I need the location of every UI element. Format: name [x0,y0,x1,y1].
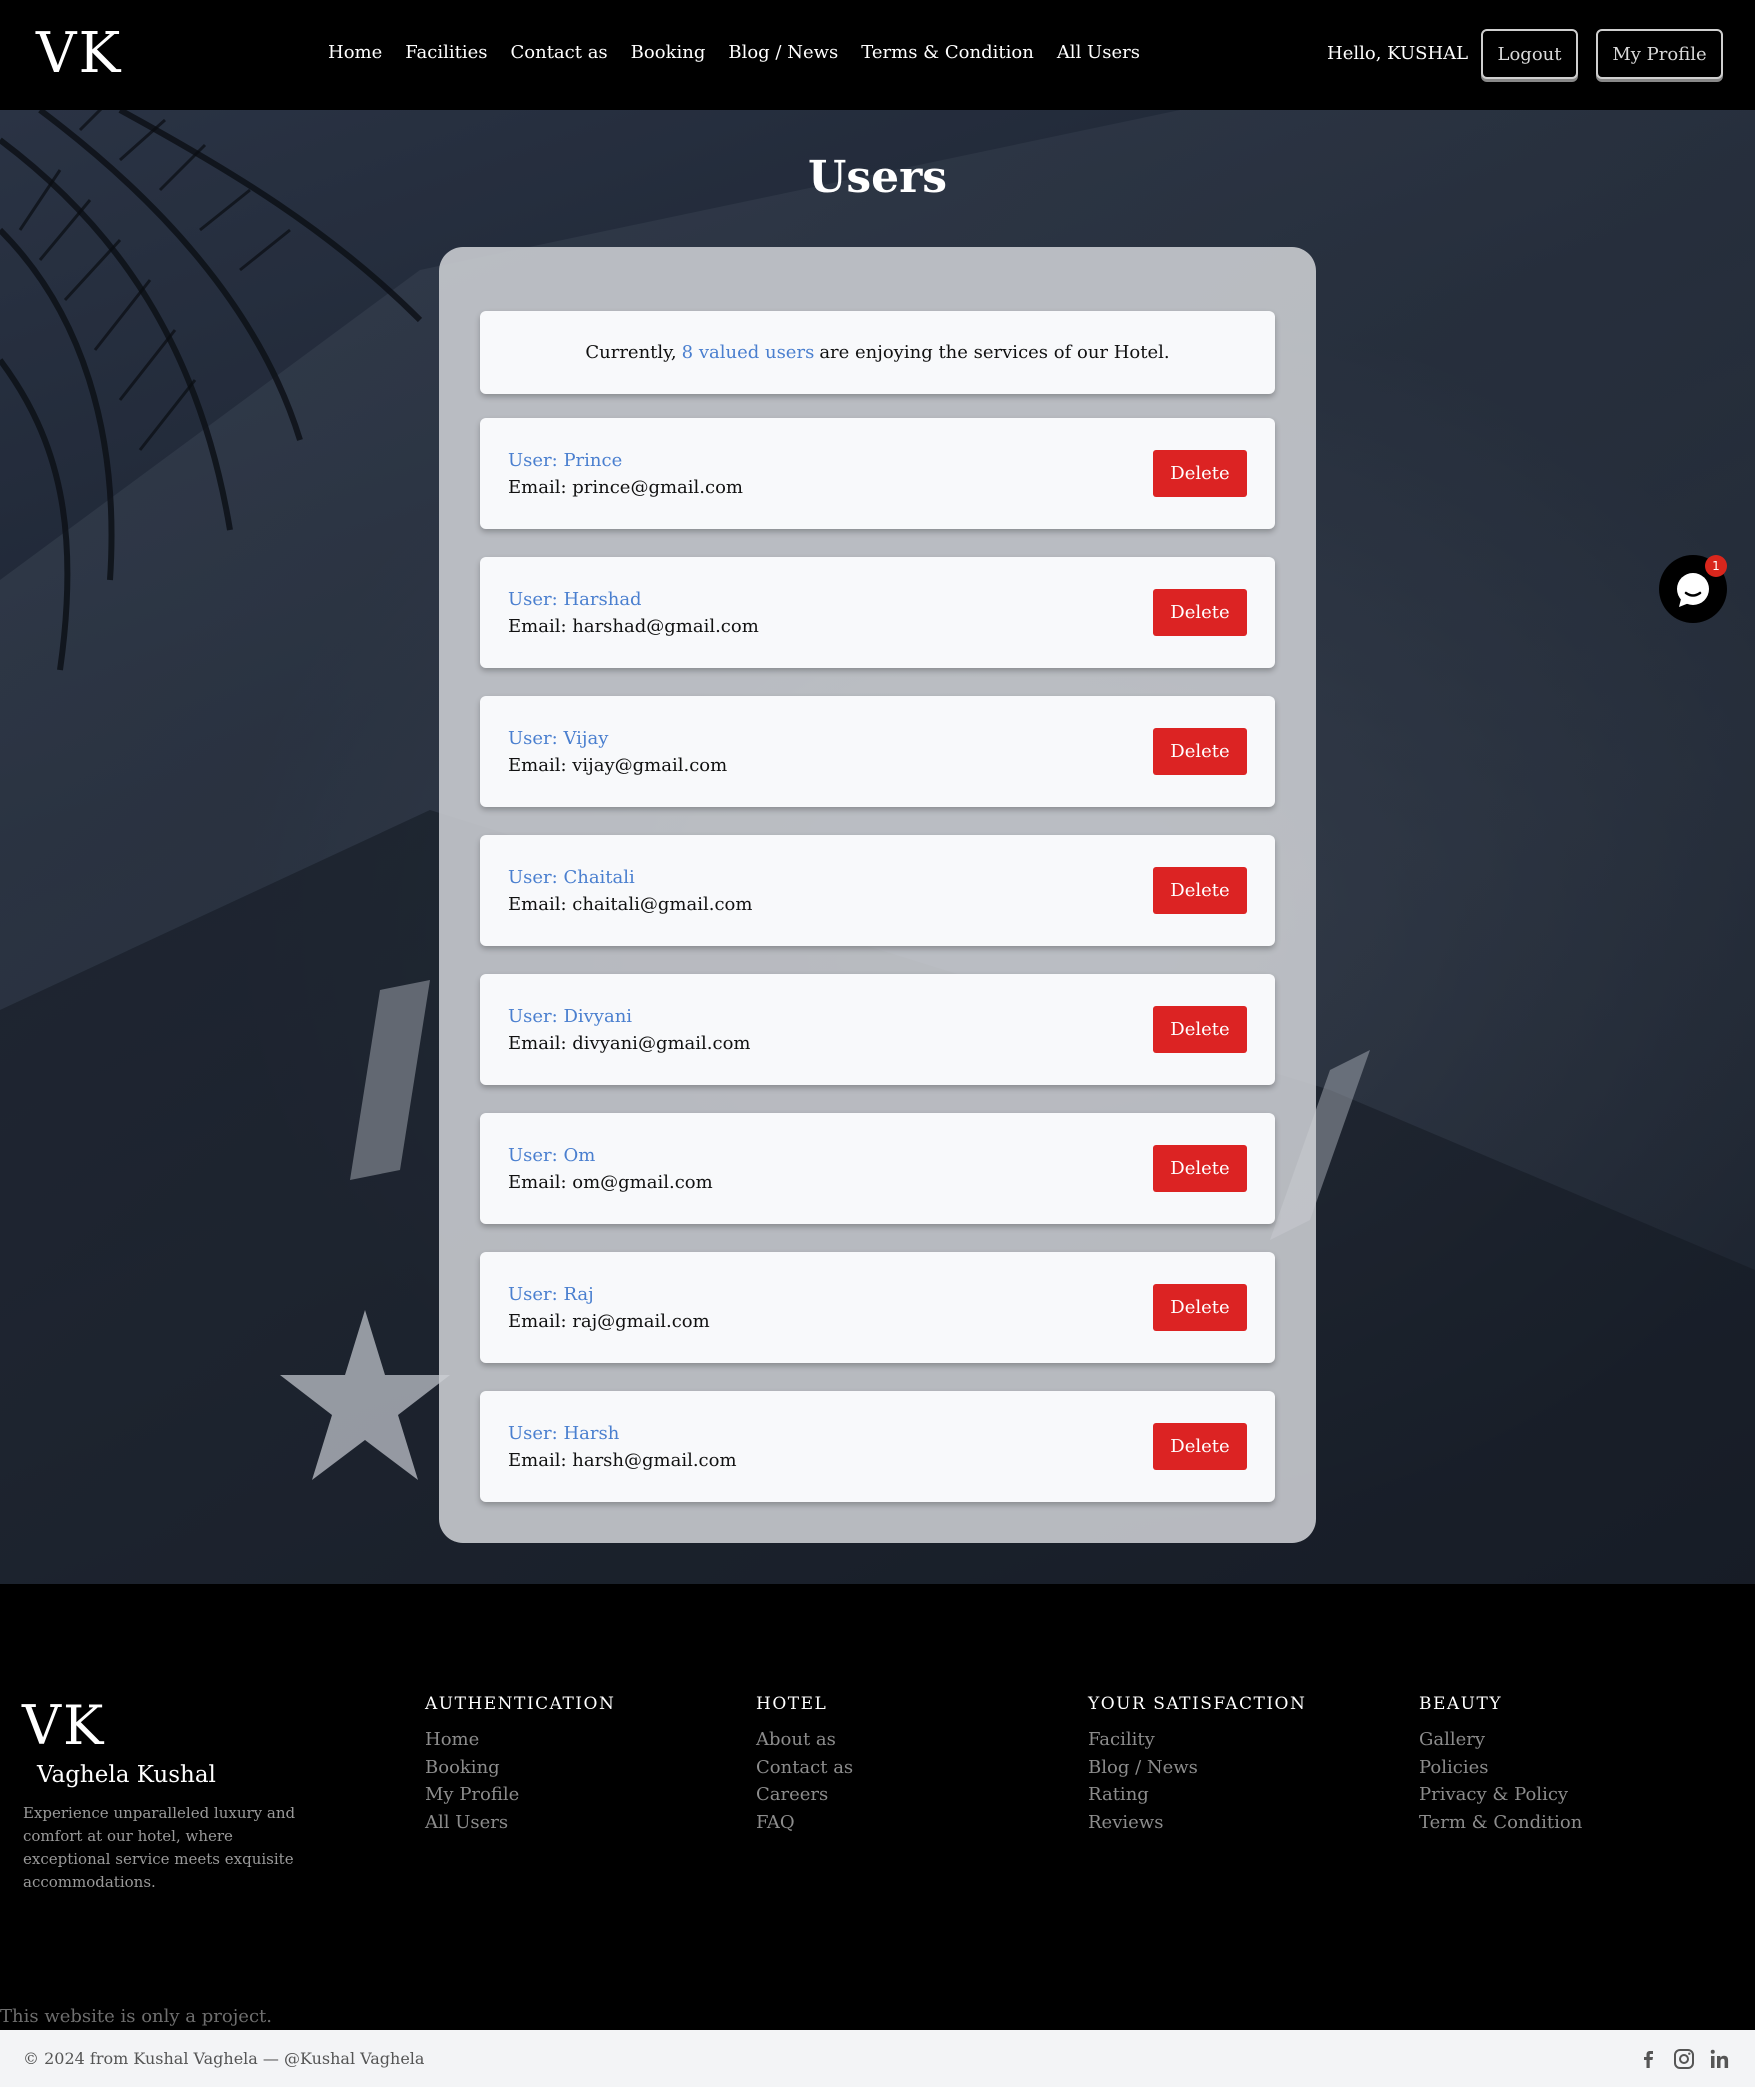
user-card: User: Harshad Email: harshad@gmail.com D… [480,557,1275,668]
chat-widget-button[interactable]: 1 [1659,555,1727,623]
user-name: User: Om [508,1145,596,1166]
delete-user-button[interactable]: Delete [1153,1006,1247,1053]
project-disclaimer: This website is only a project. [0,2006,272,2027]
footer-column-satisfaction: YOUR SATISFACTION Facility Blog / News R… [1088,1694,1306,1836]
footer-link[interactable]: Careers [756,1781,853,1809]
footer-column-heading: AUTHENTICATION [425,1694,616,1714]
delete-user-button[interactable]: Delete [1153,1423,1247,1470]
footer-link[interactable]: Blog / News [1088,1754,1306,1782]
summary-suffix: are enjoying the services of our Hotel. [819,342,1170,363]
footer-brand-logo: VK [22,1694,106,1757]
user-email: Email: raj@gmail.com [508,1311,710,1332]
footer-link[interactable]: Home [425,1726,615,1754]
notification-badge: 1 [1705,555,1727,577]
footer-link[interactable]: About as [756,1726,853,1754]
footer-link[interactable]: Gallery [1419,1726,1582,1754]
nav-home[interactable]: Home [328,42,382,63]
user-card: User: Divyani Email: divyani@gmail.com D… [480,974,1275,1085]
footer-column-authentication: AUTHENTICATION Home Booking My Profile A… [425,1694,615,1836]
user-card: User: Vijay Email: vijay@gmail.com Delet… [480,696,1275,807]
footer-column-hotel: HOTEL About as Contact as Careers FAQ [756,1694,853,1836]
user-email: Email: vijay@gmail.com [508,755,728,776]
footer: VK Vaghela Kushal Experience unparallele… [0,1584,1755,2030]
user-card: User: Prince Email: prince@gmail.com Del… [480,418,1275,529]
summary-prefix: Currently, [585,342,677,363]
footer-column-heading: BEAUTY [1419,1694,1503,1714]
footer-column-heading: YOUR SATISFACTION [1088,1694,1307,1714]
copyright-bar: © 2024 from Kushal Vaghela — @Kushal Vag… [0,2030,1755,2087]
footer-link[interactable]: My Profile [425,1781,615,1809]
delete-user-button[interactable]: Delete [1153,1284,1247,1331]
footer-link[interactable]: Rating [1088,1781,1306,1809]
user-email: Email: prince@gmail.com [508,477,743,498]
page-title: Users [807,152,948,203]
footer-link[interactable]: Contact as [756,1754,853,1782]
footer-owner-name: Vaghela Kushal [37,1762,216,1788]
footer-description: Experience unparalleled luxury and comfo… [23,1804,296,1891]
nav-blog[interactable]: Blog / News [728,42,838,63]
footer-link[interactable]: Policies [1419,1754,1582,1782]
instagram-icon[interactable] [1672,2047,1696,2071]
linkedin-icon[interactable] [1708,2047,1732,2071]
footer-link[interactable]: Reviews [1088,1809,1306,1837]
user-email: Email: divyani@gmail.com [508,1033,751,1054]
user-card: User: Chaitali Email: chaitali@gmail.com… [480,835,1275,946]
users-panel: Currently, 8 valued users are enjoying t… [439,247,1316,1543]
user-name: User: Divyani [508,1006,633,1027]
user-name: User: Harsh [508,1423,620,1444]
footer-column-beauty: BEAUTY Gallery Policies Privacy & Policy… [1419,1694,1582,1836]
user-email: Email: chaitali@gmail.com [508,894,753,915]
greeting: Hello, KUSHAL [1327,43,1469,64]
navbar: VK Home Facilities Contact as Booking Bl… [0,0,1755,110]
delete-user-button[interactable]: Delete [1153,589,1247,636]
users-section: Users Currently, 8 valued users are enjo… [0,110,1755,1584]
user-name: User: Chaitali [508,867,635,888]
logout-button[interactable]: Logout [1481,29,1578,79]
user-card: User: Om Email: om@gmail.com Delete [480,1113,1275,1224]
delete-user-button[interactable]: Delete [1153,450,1247,497]
user-email: Email: harshad@gmail.com [508,616,759,637]
footer-link[interactable]: Term & Condition [1419,1809,1582,1837]
my-profile-button[interactable]: My Profile [1596,29,1723,79]
user-name: User: Prince [508,450,623,471]
footer-column-heading: HOTEL [756,1694,828,1714]
footer-link[interactable]: Booking [425,1754,615,1782]
user-email: Email: harsh@gmail.com [508,1450,737,1471]
delete-user-button[interactable]: Delete [1153,1145,1247,1192]
footer-link[interactable]: All Users [425,1809,615,1837]
user-name: User: Vijay [508,728,609,749]
footer-link[interactable]: Facility [1088,1726,1306,1754]
delete-user-button[interactable]: Delete [1153,728,1247,775]
facebook-icon[interactable] [1636,2047,1660,2071]
nav-booking[interactable]: Booking [631,42,706,63]
user-count-highlight: 8 valued users [681,342,815,363]
user-name: User: Harshad [508,589,642,610]
user-name: User: Raj [508,1284,594,1305]
users-summary: Currently, 8 valued users are enjoying t… [480,311,1275,394]
footer-link[interactable]: FAQ [756,1809,853,1837]
delete-user-button[interactable]: Delete [1153,867,1247,914]
nav-links: Home Facilities Contact as Booking Blog … [328,42,1163,63]
copyright-text: © 2024 from Kushal Vaghela — @Kushal Vag… [23,2049,425,2068]
user-card: User: Raj Email: raj@gmail.com Delete [480,1252,1275,1363]
footer-link[interactable]: Privacy & Policy [1419,1781,1582,1809]
user-email: Email: om@gmail.com [508,1172,713,1193]
user-card: User: Harsh Email: harsh@gmail.com Delet… [480,1391,1275,1502]
brand-logo[interactable]: VK [36,22,122,86]
nav-contact[interactable]: Contact as [511,42,608,63]
nav-facilities[interactable]: Facilities [405,42,487,63]
nav-all-users[interactable]: All Users [1057,42,1140,63]
nav-terms[interactable]: Terms & Condition [861,42,1034,63]
